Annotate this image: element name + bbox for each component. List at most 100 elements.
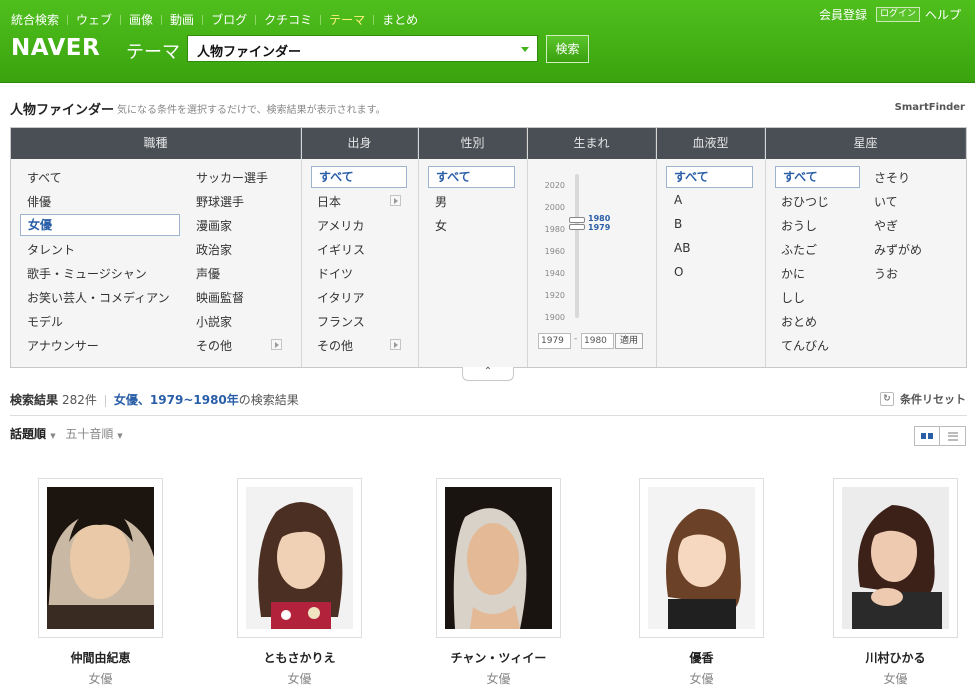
person-photo-frame[interactable] bbox=[237, 478, 362, 638]
login-button[interactable]: ログイン bbox=[875, 7, 920, 22]
occupation-baseball[interactable]: 野球選手 bbox=[196, 193, 244, 210]
occupation-all[interactable]: すべて bbox=[27, 169, 62, 186]
zodiac-virgo[interactable]: おとめ bbox=[781, 313, 817, 330]
occupation-politician[interactable]: 政治家 bbox=[196, 241, 232, 258]
origin-uk[interactable]: イギリス bbox=[317, 241, 365, 258]
year-to-input[interactable]: 1980 bbox=[581, 333, 614, 349]
zodiac-taurus[interactable]: おうし bbox=[781, 217, 817, 234]
origin-usa[interactable]: アメリカ bbox=[317, 217, 364, 234]
year-slider-upper-handle[interactable] bbox=[569, 217, 585, 223]
occupation-voice[interactable]: 声優 bbox=[196, 265, 220, 282]
nav-integrated-search[interactable]: 統合検索 bbox=[11, 11, 59, 28]
person-photo[interactable] bbox=[445, 487, 552, 629]
origin-all[interactable]: すべて bbox=[311, 166, 407, 188]
gender-male[interactable]: 男 bbox=[435, 193, 447, 210]
person-photo-frame[interactable] bbox=[833, 478, 958, 638]
nav-video[interactable]: 動画 bbox=[170, 11, 194, 28]
person-card[interactable]: ともさかりえ 女優 bbox=[237, 478, 362, 687]
occupation-announcer[interactable]: アナウンサー bbox=[27, 337, 99, 354]
naver-logo[interactable]: NAVER bbox=[11, 35, 100, 61]
top-nav: 統合検索 ウェブ 画像 動画 ブログ クチコミ テーマ まとめ bbox=[11, 11, 418, 28]
person-name[interactable]: 川村ひかる bbox=[833, 649, 958, 666]
zodiac-pisces[interactable]: うお bbox=[874, 265, 898, 282]
person-name[interactable]: ともさかりえ bbox=[237, 649, 362, 666]
gender-female[interactable]: 女 bbox=[435, 217, 447, 234]
origin-more-icon[interactable] bbox=[390, 339, 401, 350]
blood-a[interactable]: A bbox=[674, 193, 682, 207]
zodiac-all[interactable]: すべて bbox=[775, 166, 860, 188]
help-link[interactable]: ヘルプ bbox=[925, 6, 961, 23]
occupation-soccer[interactable]: サッカー選手 bbox=[196, 169, 268, 186]
nav-images[interactable]: 画像 bbox=[129, 11, 153, 28]
reset-conditions-button[interactable]: ↻ 条件リセット bbox=[880, 391, 966, 407]
occupation-model[interactable]: モデル bbox=[27, 313, 63, 330]
person-name[interactable]: チャン・ツィイー bbox=[436, 649, 561, 666]
origin-japan[interactable]: 日本 bbox=[317, 193, 341, 210]
year-slider-lower-handle[interactable] bbox=[569, 224, 585, 230]
occupation-singer[interactable]: 歌手・ミュージシャン bbox=[27, 265, 147, 282]
zodiac-aquarius[interactable]: みずがめ bbox=[874, 241, 922, 258]
person-photo[interactable] bbox=[842, 487, 949, 629]
zodiac-libra[interactable]: てんびん bbox=[781, 337, 829, 354]
zodiac-scorpio[interactable]: さそり bbox=[874, 169, 910, 186]
zodiac-gemini[interactable]: ふたご bbox=[781, 241, 817, 258]
year-from-input[interactable]: 1979 bbox=[538, 333, 571, 349]
blood-all[interactable]: すべて bbox=[666, 166, 753, 188]
sort-popular[interactable]: 話題順 ▼ bbox=[10, 427, 56, 441]
occupation-more-icon[interactable] bbox=[271, 339, 282, 350]
dropdown-arrow-icon[interactable] bbox=[521, 47, 529, 52]
person-photo[interactable] bbox=[648, 487, 755, 629]
person-photo[interactable] bbox=[246, 487, 353, 629]
list-view-button[interactable] bbox=[940, 426, 966, 446]
blood-b[interactable]: B bbox=[674, 217, 682, 231]
grid-view-button[interactable] bbox=[914, 426, 940, 446]
search-input[interactable]: 人物ファインダー bbox=[187, 35, 538, 62]
occupation-novelist[interactable]: 小説家 bbox=[196, 313, 232, 330]
year-slider-track[interactable] bbox=[575, 174, 579, 318]
person-card[interactable]: 仲間由紀恵 女優 bbox=[38, 478, 163, 687]
zodiac-sagittarius[interactable]: いて bbox=[874, 193, 898, 210]
occupation-comedian[interactable]: お笑い芸人・コメディアン bbox=[27, 289, 170, 306]
register-link[interactable]: 会員登録 bbox=[819, 6, 867, 23]
nav-web[interactable]: ウェブ bbox=[76, 11, 112, 28]
person-card[interactable]: 川村ひかる 女優 bbox=[833, 478, 958, 687]
origin-italy[interactable]: イタリア bbox=[317, 289, 365, 306]
occupation-other[interactable]: その他 bbox=[196, 337, 232, 354]
results-condition: 女優、1979~1980年 bbox=[113, 393, 239, 407]
origin-other[interactable]: その他 bbox=[317, 337, 353, 354]
zodiac-cancer[interactable]: かに bbox=[781, 265, 805, 282]
list-icon bbox=[947, 431, 958, 441]
sort-alphabetical[interactable]: 五十音順 ▼ bbox=[65, 427, 122, 441]
zodiac-aries[interactable]: おひつじ bbox=[781, 193, 829, 210]
blood-o[interactable]: O bbox=[674, 265, 683, 279]
person-name[interactable]: 優香 bbox=[639, 649, 764, 666]
nav-blog[interactable]: ブログ bbox=[211, 11, 247, 28]
origin-germany[interactable]: ドイツ bbox=[317, 265, 353, 282]
zodiac-leo[interactable]: しし bbox=[781, 289, 805, 306]
collapse-panel-button[interactable]: ⌃ bbox=[462, 367, 514, 381]
origin-japan-more-icon[interactable] bbox=[390, 195, 401, 206]
occupation-talent[interactable]: タレント bbox=[27, 241, 75, 258]
person-photo-frame[interactable] bbox=[436, 478, 561, 638]
person-photo-frame[interactable] bbox=[639, 478, 764, 638]
person-name[interactable]: 仲間由紀恵 bbox=[38, 649, 163, 666]
person-card[interactable]: 優香 女優 bbox=[639, 478, 764, 687]
nav-theme[interactable]: テーマ bbox=[329, 11, 365, 28]
apply-button[interactable]: 適用 bbox=[615, 333, 643, 349]
gender-all[interactable]: すべて bbox=[428, 166, 515, 188]
person-photo-frame[interactable] bbox=[38, 478, 163, 638]
nav-matome[interactable]: まとめ bbox=[382, 11, 418, 28]
search-button[interactable]: 検索 bbox=[546, 35, 589, 63]
occupation-director[interactable]: 映画監督 bbox=[196, 289, 244, 306]
zodiac-capricorn[interactable]: やぎ bbox=[874, 217, 898, 234]
occupation-manga[interactable]: 漫画家 bbox=[196, 217, 232, 234]
occupation-actor[interactable]: 俳優 bbox=[27, 193, 51, 210]
occupation-actress[interactable]: 女優 bbox=[20, 214, 180, 236]
year-tick: 1900 bbox=[544, 313, 565, 322]
person-card[interactable]: チャン・ツィイー 女優 bbox=[436, 478, 561, 687]
blood-ab[interactable]: AB bbox=[674, 241, 690, 255]
origin-france[interactable]: フランス bbox=[317, 313, 365, 330]
person-photo[interactable] bbox=[47, 487, 154, 629]
results-label: 検索結果 bbox=[10, 393, 59, 407]
nav-kuchikomi[interactable]: クチコミ bbox=[264, 11, 312, 28]
